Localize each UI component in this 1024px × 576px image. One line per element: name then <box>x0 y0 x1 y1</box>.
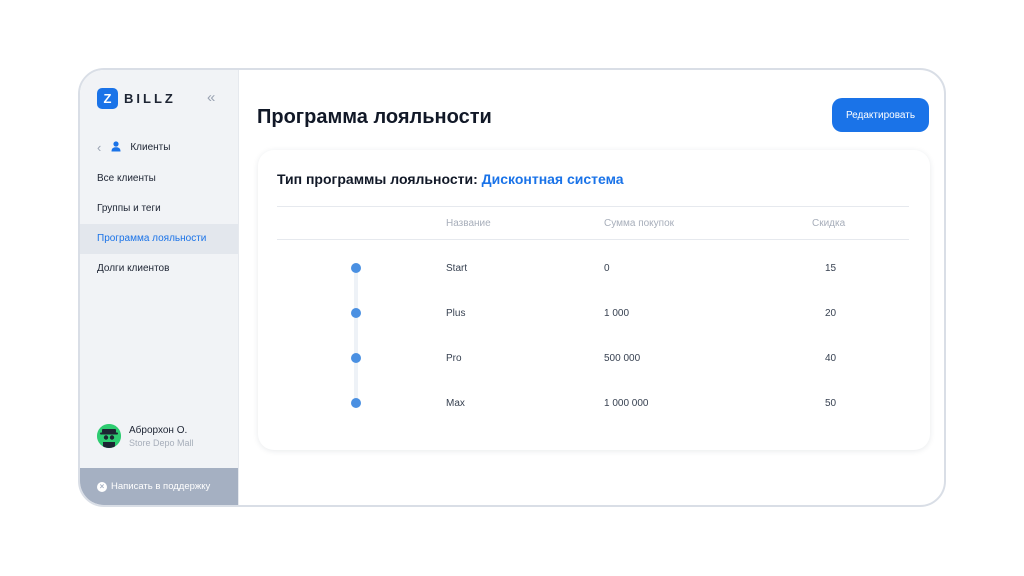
profile-store: Store Depo Mall <box>129 437 194 448</box>
level-dot <box>351 308 361 318</box>
table-header-divider <box>277 239 909 240</box>
row-amount: 1 000 000 <box>604 398 649 409</box>
logo[interactable]: Z BILLZ <box>97 88 176 109</box>
support-label: Написать в поддержку <box>111 481 211 492</box>
user-profile[interactable]: Аброрхон О. Store Depo Mall <box>97 424 194 448</box>
profile-name: Аброрхон О. <box>129 424 188 436</box>
row-amount: 1 000 <box>604 308 630 319</box>
sidebar-item-client-debts[interactable]: Долги клиентов <box>80 254 238 284</box>
level-dot <box>351 263 361 273</box>
collapse-icon[interactable]: « <box>207 89 215 106</box>
row-name: Max <box>446 398 465 409</box>
page-title: Программа лояльности <box>257 106 492 128</box>
level-dot <box>351 398 361 408</box>
row-amount: 500 000 <box>604 353 641 364</box>
program-type-label: Тип программы лояльности: <box>277 171 478 187</box>
back-label: Клиенты <box>130 142 171 153</box>
back-to-clients[interactable]: ‹ Клиенты <box>97 140 170 155</box>
loyalty-card: Тип программы лояльности: Дисконтная сис… <box>258 150 930 450</box>
row-discount: 40 <box>825 353 837 364</box>
logo-badge: Z <box>97 88 118 109</box>
row-name: Plus <box>446 308 466 319</box>
edit-button[interactable]: Редактировать <box>832 98 929 132</box>
app-window: Z BILLZ « ‹ Клиенты Все клиенты Группы и… <box>78 68 946 507</box>
program-type: Тип программы лояльности: Дисконтная сис… <box>277 171 624 187</box>
row-discount: 15 <box>825 263 837 274</box>
column-header-name: Название <box>446 218 491 229</box>
chevron-left-icon: ‹ <box>97 140 102 155</box>
row-name: Pro <box>446 353 462 364</box>
user-icon <box>111 140 121 155</box>
level-dot <box>351 353 361 363</box>
row-discount: 50 <box>825 398 837 409</box>
logo-text: BILLZ <box>124 91 176 106</box>
level-timeline <box>354 268 358 403</box>
row-name: Start <box>446 263 468 274</box>
avatar-icon <box>97 424 121 448</box>
column-header-amount: Сумма покупок <box>604 218 675 229</box>
row-discount: 20 <box>825 308 837 319</box>
program-type-value[interactable]: Дисконтная система <box>482 171 624 187</box>
sidebar-item-all-clients[interactable]: Все клиенты <box>80 164 238 194</box>
close-circle-icon: × <box>97 481 107 492</box>
column-header-discount: Скидка <box>812 218 846 229</box>
support-button[interactable]: × Написать в поддержку <box>80 468 238 505</box>
sidebar-item-loyalty-program[interactable]: Программа лояльности <box>80 224 238 254</box>
sidebar-item-groups-tags[interactable]: Группы и теги <box>80 194 238 224</box>
row-amount: 0 <box>604 263 610 274</box>
table-top-divider <box>277 206 909 207</box>
sidebar: Z BILLZ « ‹ Клиенты Все клиенты Группы и… <box>80 70 239 505</box>
